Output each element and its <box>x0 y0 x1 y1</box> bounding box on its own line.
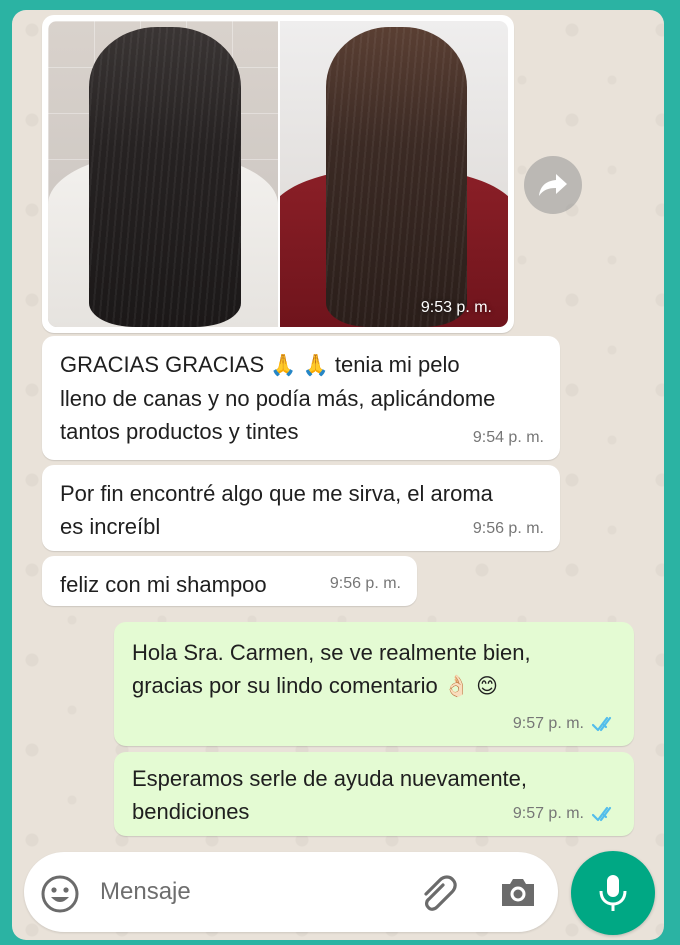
message-text: Hola Sra. Carmen, se ve realmente bien, … <box>132 636 616 703</box>
microphone-icon <box>599 875 627 911</box>
message-meta: 9:56 p. m. <box>330 567 401 600</box>
double-check-icon <box>592 806 612 821</box>
forward-icon <box>539 174 567 196</box>
double-check-icon <box>592 716 612 731</box>
image-message[interactable]: 9:53 p. m. <box>42 15 514 333</box>
image-timestamp: 9:53 p. m. <box>420 299 492 316</box>
camera-icon[interactable] <box>498 874 538 910</box>
message-timestamp: 9:54 p. m. <box>472 429 544 446</box>
message-meta: 9:57 p. m. <box>513 707 618 740</box>
message-meta: 9:56 p. m. <box>473 512 544 545</box>
message-meta: 9:54 p. m. <box>473 421 544 454</box>
chat-area: 9:53 p. m. GRACIAS GRACIAS 🙏 🙏 tenia mi … <box>12 10 664 940</box>
photo-collage[interactable]: 9:53 p. m. <box>48 21 508 327</box>
message-timestamp: 9:57 p. m. <box>512 805 584 822</box>
message-timestamp: 9:57 p. m. <box>512 715 584 732</box>
message-bubble[interactable]: Hola Sra. Carmen, se ve realmente bien, … <box>114 622 634 746</box>
message-text: GRACIAS GRACIAS 🙏 🙏 tenia mi pelo lleno … <box>60 348 542 448</box>
photo-after <box>278 21 508 327</box>
microphone-button[interactable] <box>571 851 655 935</box>
forward-button[interactable] <box>524 156 582 214</box>
message-input[interactable] <box>100 872 390 912</box>
message-bubble[interactable]: Por fin encontré algo que me sirva, el a… <box>42 465 560 551</box>
message-bubble[interactable]: Esperamos serle de ayuda nuevamente, ben… <box>114 752 634 836</box>
emoji-icon[interactable] <box>40 874 80 914</box>
message-timestamp: 9:56 p. m. <box>472 520 544 537</box>
message-timestamp: 9:56 p. m. <box>329 575 401 592</box>
ok-hand-emoji: 👌🏻 <box>443 675 470 698</box>
message-meta: 9:57 p. m. <box>513 797 618 830</box>
attach-icon[interactable] <box>418 872 462 912</box>
message-bubble[interactable]: feliz con mi shampoo 9:56 p. m. <box>42 556 417 606</box>
message-text: Por fin encontré algo que me sirva, el a… <box>60 481 493 539</box>
pray-emoji: 🙏 <box>302 354 329 377</box>
photo-before <box>48 21 278 327</box>
smiling-face-emoji: 😊 <box>476 675 499 698</box>
pray-emoji: 🙏 <box>270 354 297 377</box>
message-bubble[interactable]: GRACIAS GRACIAS 🙏 🙏 tenia mi pelo lleno … <box>42 336 560 460</box>
message-composer <box>24 852 558 932</box>
